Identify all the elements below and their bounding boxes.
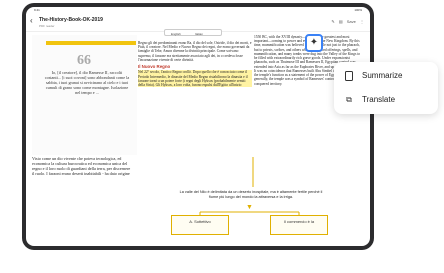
highlighted-paragraph: Nel 22° secolo, l'antico Regno crollò. D…: [138, 70, 252, 88]
middle-column: Regno gli dei predominanti erano Ra, il …: [138, 35, 252, 153]
sparkle-icon: ✦: [309, 37, 319, 48]
more-icon[interactable]: ⋮: [360, 19, 364, 24]
menu-item-translate[interactable]: ⧉ Translate: [334, 88, 438, 112]
toolbar-icons: ✎ ▤ Save ⋮: [328, 19, 364, 24]
quote-column: 66 Io, [il creatore], il dio Ramesse II,…: [32, 35, 137, 155]
ai-popup-menu: Summarize ⧉ Translate: [334, 62, 438, 114]
status-battery: 100%: [354, 8, 362, 12]
menu-item-label: Summarize: [362, 71, 403, 80]
ai-assistant-button[interactable]: ✦: [305, 34, 323, 52]
pull-quote: Io, [il creatore], il dio Ramesse II, ra…: [44, 70, 130, 95]
diagram-box: Il commercio è la: [270, 215, 328, 235]
pages-icon[interactable]: ▤: [339, 19, 343, 24]
diagram-area: La valle del Nilo è delimitata da un des…: [138, 157, 364, 242]
paragraph: Visto come un dio vivente che poteva tec…: [32, 157, 131, 176]
back-icon[interactable]: ‹: [30, 17, 33, 25]
translate-icon: ⧉: [346, 95, 352, 104]
save-button[interactable]: Save: [347, 19, 356, 24]
diagram-box: A. Sottettivo: [171, 215, 229, 235]
menu-item-summarize[interactable]: Summarize: [334, 64, 438, 88]
section-heading: Il Nuovo Regno: [138, 64, 171, 70]
status-bar: 9:41 100%: [26, 7, 370, 14]
document-subtitle: PDF reader: [39, 24, 55, 28]
decorative-bar: [46, 41, 136, 45]
status-time: 9:41: [34, 8, 40, 12]
diagram-caption: La valle del Nilo è delimitata da un des…: [179, 190, 323, 199]
stage: 9:41 100% ‹ The-History-Book-OK-2019 PDF…: [0, 0, 444, 273]
edit-icon[interactable]: ✎: [331, 19, 334, 24]
arrow-down-icon: ▼: [246, 204, 253, 211]
quote-mark: 66: [77, 53, 91, 68]
paragraph: Regno gli dei predominanti erano Ra, il …: [138, 41, 252, 62]
bottom-left-column: Visto come un dio vivente che poteva tec…: [32, 157, 132, 241]
document-title: The-History-Book-OK-2019: [39, 17, 103, 23]
summarize-icon: [345, 71, 353, 81]
menu-item-label: Translate: [362, 95, 396, 104]
